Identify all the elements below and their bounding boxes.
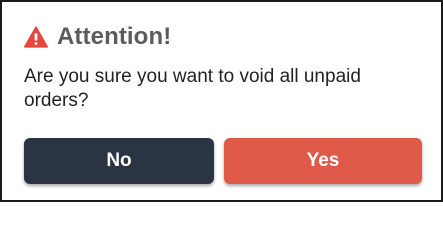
warning-triangle-icon <box>24 26 48 48</box>
dialog-title: Attention! <box>57 23 172 50</box>
yes-button[interactable]: Yes <box>224 138 422 184</box>
dialog-header: Attention! <box>24 21 171 53</box>
no-button[interactable]: No <box>24 138 214 184</box>
confirm-dialog: Attention! Are you sure you want to void… <box>0 0 443 202</box>
dialog-message: Are you sure you want to void all unpaid… <box>24 66 361 111</box>
